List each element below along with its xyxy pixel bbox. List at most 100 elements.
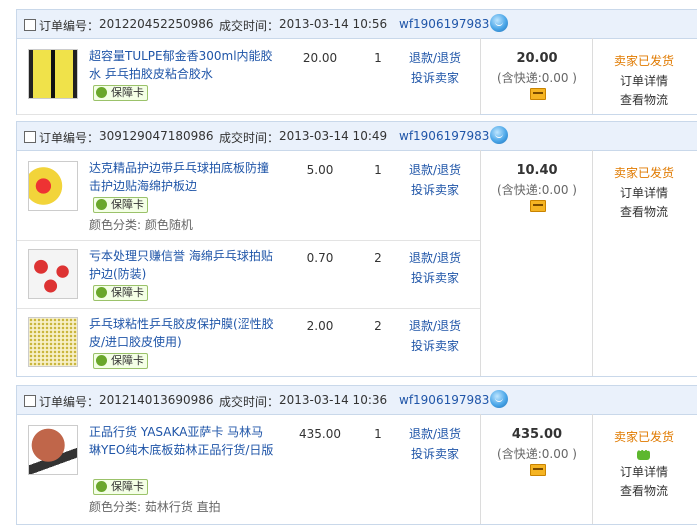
item-actions: 退款/退货 投诉卖家 <box>402 316 468 356</box>
order-item: 达克精品护边带乒乓球拍底板防撞击护边贴海绵护板边 保障卡 颜色分类: 颜色随机 … <box>17 150 480 241</box>
alipay-icon <box>530 200 546 212</box>
guarantee-badge[interactable]: 保障卡 <box>93 479 148 495</box>
product-thumbnail[interactable] <box>28 249 78 299</box>
order-detail-link[interactable]: 订单详情 <box>593 184 695 201</box>
quantity: 2 <box>374 251 382 265</box>
order-status-cell: 卖家已发货 订单详情 查看物流 <box>592 38 695 114</box>
refund-link[interactable]: 退款/退货 <box>402 248 468 268</box>
order-card: 订单编号： 201214013690986 成交时间： 2013-03-14 1… <box>16 385 697 525</box>
order-header: 订单编号： 309129047180986 成交时间： 2013-03-14 1… <box>17 122 697 151</box>
deal-time-label: 成交时间： <box>219 19 280 33</box>
view-logistics-link[interactable]: 查看物流 <box>593 482 695 499</box>
qq-chat-icon[interactable] <box>490 390 508 408</box>
chat-icon[interactable] <box>637 446 650 460</box>
order-checkbox[interactable] <box>24 131 36 143</box>
order-checkbox[interactable] <box>24 395 36 407</box>
product-thumbnail[interactable] <box>28 317 78 367</box>
order-status: 卖家已发货 <box>613 54 674 68</box>
unit-price: 435.00 <box>299 427 341 441</box>
complain-link[interactable]: 投诉卖家 <box>402 336 468 356</box>
item-actions: 退款/退货 投诉卖家 <box>402 424 468 464</box>
seller-name[interactable]: wf1906197983 <box>399 129 489 143</box>
unit-price: 20.00 <box>302 51 338 65</box>
product-attribute: 颜色分类: 茹林行货 直拍 <box>89 500 221 514</box>
product-thumbnail[interactable] <box>28 161 78 211</box>
product-title[interactable]: 正品行货 YASAKA亚萨卡 马林马琳YEO纯木底板茹林正品行货/日版 <box>89 423 274 459</box>
order-item: 正品行货 YASAKA亚萨卡 马林马琳YEO纯木底板茹林正品行货/日版 保障卡 … <box>17 414 480 524</box>
order-total: 20.00 <box>516 51 558 66</box>
complain-link[interactable]: 投诉卖家 <box>402 444 468 464</box>
guarantee-label: 保障卡 <box>111 198 144 211</box>
deal-time: 2013-03-14 10:56 <box>279 17 388 31</box>
order-status: 卖家已发货 <box>613 166 674 180</box>
product-attribute: 颜色分类: 颜色随机 <box>89 218 193 232</box>
order-status-cell: 卖家已发货 订单详情 查看物流 <box>592 414 695 524</box>
alipay-icon <box>530 464 546 476</box>
guarantee-icon <box>96 87 107 98</box>
product-title[interactable]: 乒乓球粘性乒乓胶皮保护膜(涩性胶皮/进口胶皮使用) <box>89 315 274 351</box>
guarantee-badge[interactable]: 保障卡 <box>93 285 148 301</box>
product-thumbnail[interactable] <box>28 425 78 475</box>
order-item: 乒乓球粘性乒乓胶皮保护膜(涩性胶皮/进口胶皮使用) 保障卡 2.00 2 退款/… <box>17 308 480 376</box>
complain-link[interactable]: 投诉卖家 <box>402 268 468 288</box>
view-logistics-link[interactable]: 查看物流 <box>593 203 695 220</box>
qq-chat-icon[interactable] <box>490 14 508 32</box>
quantity: 1 <box>374 163 382 177</box>
deal-time-label: 成交时间： <box>219 395 280 409</box>
refund-link[interactable]: 退款/退货 <box>402 316 468 336</box>
guarantee-icon <box>96 287 107 298</box>
guarantee-badge[interactable]: 保障卡 <box>93 197 148 213</box>
order-total-cell: 20.00 (含快递:0.00 ) <box>480 38 593 114</box>
order-no: 201214013690986 <box>99 393 214 407</box>
order-no-label: 订单编号： <box>39 19 100 33</box>
shipping-fee: (含快递:0.00 ) <box>497 183 577 197</box>
product-title[interactable]: 亏本处理只赚信誉 海绵乒乓球拍贴护边(防装) <box>89 247 274 283</box>
item-actions: 退款/退货 投诉卖家 <box>402 248 468 288</box>
order-header: 订单编号： 201220452250986 成交时间： 2013-03-14 1… <box>17 10 697 39</box>
order-detail-link[interactable]: 订单详情 <box>593 463 695 480</box>
order-no-label: 订单编号： <box>39 131 100 145</box>
product-title[interactable]: 超容量TULPE郁金香300ml内能胶水 乒乓拍胶皮粘合胶水 <box>89 47 274 83</box>
quantity: 1 <box>374 51 382 65</box>
shipping-fee: (含快递:0.00 ) <box>497 447 577 461</box>
guarantee-badge[interactable]: 保障卡 <box>93 353 148 369</box>
product-thumbnail[interactable] <box>28 49 78 99</box>
complain-link[interactable]: 投诉卖家 <box>402 180 468 200</box>
order-total: 435.00 <box>511 427 563 442</box>
refund-link[interactable]: 退款/退货 <box>402 48 468 68</box>
item-actions: 退款/退货 投诉卖家 <box>402 160 468 200</box>
order-total: 10.40 <box>516 163 558 178</box>
complain-link[interactable]: 投诉卖家 <box>402 68 468 88</box>
view-logistics-link[interactable]: 查看物流 <box>593 91 695 108</box>
seller-name[interactable]: wf1906197983 <box>399 17 489 31</box>
seller-name[interactable]: wf1906197983 <box>399 393 489 407</box>
item-actions: 退款/退货 投诉卖家 <box>402 48 468 88</box>
order-no: 309129047180986 <box>99 129 214 143</box>
order-header: 订单编号： 201214013690986 成交时间： 2013-03-14 1… <box>17 386 697 415</box>
order-card: 订单编号： 201220452250986 成交时间： 2013-03-14 1… <box>16 9 697 115</box>
unit-price: 5.00 <box>306 163 334 177</box>
deal-time-label: 成交时间： <box>219 131 280 145</box>
order-total-cell: 10.40 (含快递:0.00 ) <box>480 150 593 376</box>
order-card: 订单编号： 309129047180986 成交时间： 2013-03-14 1… <box>16 121 697 377</box>
order-no-label: 订单编号： <box>39 395 100 409</box>
guarantee-icon <box>96 481 107 492</box>
refund-link[interactable]: 退款/退货 <box>402 424 468 444</box>
order-status: 卖家已发货 <box>613 430 674 444</box>
order-checkbox[interactable] <box>24 19 36 31</box>
shipping-fee: (含快递:0.00 ) <box>497 71 577 85</box>
order-item: 超容量TULPE郁金香300ml内能胶水 乒乓拍胶皮粘合胶水 保障卡 20.00… <box>17 38 480 115</box>
order-no: 201220452250986 <box>99 17 214 31</box>
order-detail-link[interactable]: 订单详情 <box>593 72 695 89</box>
refund-link[interactable]: 退款/退货 <box>402 160 468 180</box>
guarantee-icon <box>96 355 107 366</box>
guarantee-icon <box>96 199 107 210</box>
guarantee-label: 保障卡 <box>111 86 144 99</box>
unit-price: 0.70 <box>306 251 334 265</box>
deal-time: 2013-03-14 10:49 <box>279 129 388 143</box>
qq-chat-icon[interactable] <box>490 126 508 144</box>
order-total-cell: 435.00 (含快递:0.00 ) <box>480 414 593 524</box>
product-title[interactable]: 达克精品护边带乒乓球拍底板防撞击护边贴海绵护板边 <box>89 159 274 195</box>
quantity: 1 <box>374 427 382 441</box>
guarantee-badge[interactable]: 保障卡 <box>93 85 148 101</box>
